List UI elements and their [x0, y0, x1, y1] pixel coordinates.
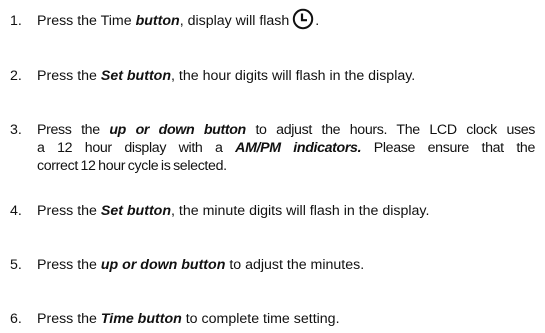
emphasis: Time button	[100, 311, 182, 327]
step-text: Press the Time button to complete time s…	[37, 311, 340, 327]
step-text: Press the up or down button to adjust th…	[37, 257, 365, 273]
step-text: Press the Set button, the minute digits …	[37, 203, 430, 219]
step-text: Press the Set button, the hour digits wi…	[37, 68, 416, 84]
text-line: Press the up or down button to adjust th…	[37, 122, 536, 138]
emphasis: up or down button	[100, 257, 226, 273]
step-number: 3.	[10, 122, 22, 138]
emphasis: Set button	[100, 203, 172, 219]
step-number: 1.	[10, 13, 22, 29]
text-line: a 12 hour display with a AM/PM indicator…	[37, 140, 535, 156]
step-number: 4.	[10, 203, 22, 219]
step-number: 2.	[10, 68, 22, 84]
step-text: Press the up or down button to adjust th…	[37, 121, 535, 175]
page: { "steps": [ { "number": "1.", "parts": …	[0, 0, 545, 333]
emphasis: AM/PM indicators.	[235, 140, 362, 156]
step-number: 5.	[10, 257, 22, 273]
emphasis: Set button	[100, 68, 172, 84]
clock-icon	[293, 9, 314, 30]
emphasis: up or down button	[109, 122, 246, 138]
step-text: Press the Time button, display will flas…	[37, 9, 535, 30]
text-line: correct 12 hour cycle is selected.	[37, 158, 227, 174]
emphasis: button	[135, 13, 180, 29]
step-number: 6.	[10, 311, 22, 327]
